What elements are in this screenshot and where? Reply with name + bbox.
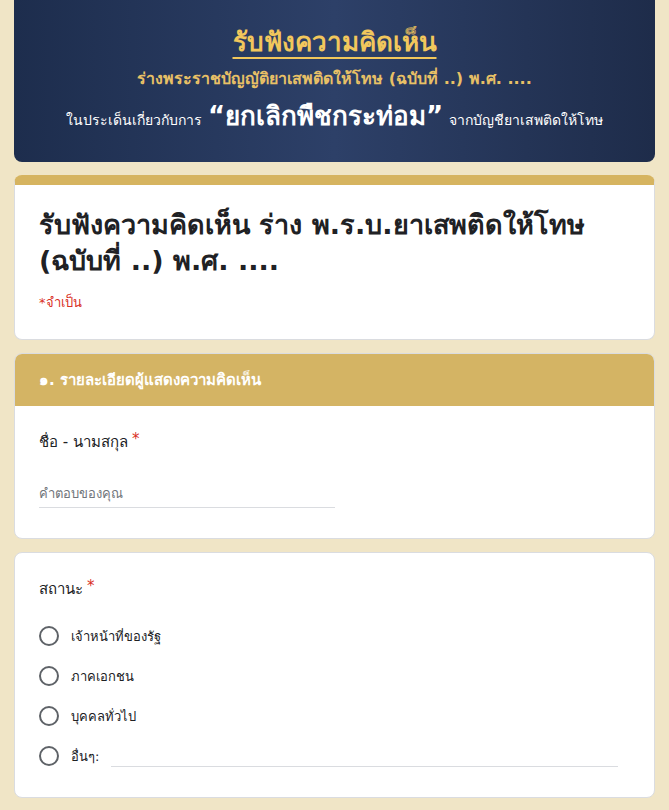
- banner-subtitle: ร่างพระราชบัญญัติยาเสพติดให้โทษ (ฉบับที่…: [137, 66, 532, 91]
- option-label: ภาคเอกชน: [71, 666, 134, 687]
- radio-option[interactable]: อื่นๆ:: [39, 745, 630, 767]
- radio-button[interactable]: [39, 746, 59, 766]
- option-label: เจ้าหน้าที่ของรัฐ: [71, 626, 161, 647]
- form-page: รับฟังความคิดเห็นร่างพระราชบัญญัติยาเสพต…: [0, 0, 669, 806]
- banner-emphasis: “ยกเลิกพืชกระท่อม”: [208, 95, 443, 136]
- section-header: ๑. รายละเอียดผู้แสดงความคิดเห็น: [15, 354, 654, 406]
- name-input[interactable]: [39, 480, 335, 508]
- radio-button[interactable]: [39, 626, 59, 646]
- option-label: บุคคลทั่วไป: [71, 706, 136, 727]
- banner-line: ในประเด็นเกี่ยวกับการ “ยกเลิกพืชกระท่อม” จ…: [66, 95, 603, 136]
- other-input[interactable]: [111, 746, 618, 767]
- radio-button[interactable]: [39, 666, 59, 686]
- question-label: ชื่อ - นามสกุล*: [39, 430, 630, 454]
- question-card: สถานะ* เจ้าหน้าที่ของรัฐภาคเอกชนบุคคลทั่ว…: [14, 552, 655, 798]
- radio-group: เจ้าหน้าที่ของรัฐภาคเอกชนบุคคลทั่วไปอื่น…: [39, 625, 630, 767]
- question-body: ชื่อ - นามสกุล*: [15, 406, 654, 538]
- question-card: ๑. รายละเอียดผู้แสดงความคิดเห็นชื่อ - นา…: [14, 353, 655, 539]
- question-body: สถานะ* เจ้าหน้าที่ของรัฐภาคเอกชนบุคคลทั่ว…: [15, 553, 654, 797]
- question-text: ชื่อ - นามสกุล: [39, 430, 128, 454]
- banner-line-suffix: จากบัญชียาเสพติดให้โทษ: [449, 109, 603, 131]
- banner-line-prefix: ในประเด็นเกี่ยวกับการ: [66, 109, 202, 131]
- form-title: รับฟังความคิดเห็น ร่าง พ.ร.บ.ยาเสพติดให้…: [39, 207, 630, 280]
- required-mark: *: [87, 577, 95, 601]
- radio-option[interactable]: ภาคเอกชน: [39, 665, 630, 687]
- radio-button[interactable]: [39, 706, 59, 726]
- title-card: รับฟังความคิดเห็น ร่าง พ.ร.บ.ยาเสพติดให้…: [14, 175, 655, 340]
- option-label: อื่นๆ:: [71, 746, 99, 767]
- question-text: สถานะ: [39, 577, 83, 601]
- radio-option[interactable]: เจ้าหน้าที่ของรัฐ: [39, 625, 630, 647]
- radio-option[interactable]: บุคคลทั่วไป: [39, 705, 630, 727]
- header-banner: รับฟังความคิดเห็นร่างพระราชบัญญัติยาเสพต…: [14, 0, 655, 162]
- question-label: สถานะ*: [39, 577, 630, 601]
- banner-title: รับฟังความคิดเห็น: [233, 21, 437, 62]
- required-note: *จำเป็น: [39, 292, 630, 313]
- required-mark: *: [132, 430, 140, 454]
